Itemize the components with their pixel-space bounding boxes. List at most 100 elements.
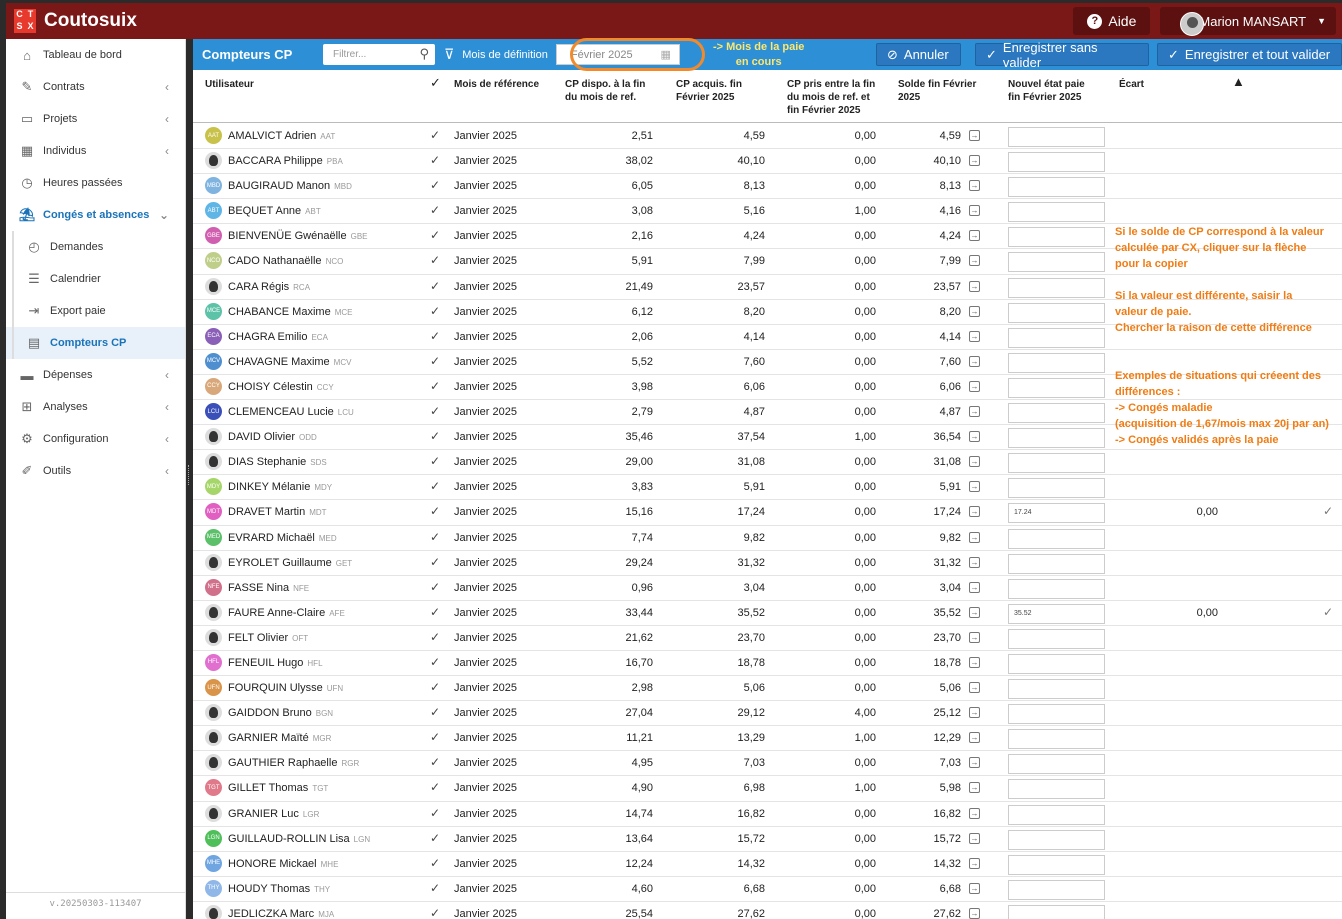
select-all-check-icon[interactable]: ✓ <box>430 76 441 89</box>
copy-arrow-icon[interactable]: → <box>969 506 980 518</box>
nouvel-etat-input[interactable] <box>1008 252 1105 273</box>
copy-arrow-icon[interactable]: → <box>969 782 980 794</box>
nouvel-etat-input[interactable] <box>1008 628 1105 649</box>
copy-arrow-icon[interactable]: → <box>969 180 980 192</box>
nouvel-etat-input[interactable] <box>1008 729 1105 750</box>
copy-arrow-icon[interactable]: → <box>969 581 980 593</box>
nouvel-etat-input[interactable] <box>1008 879 1105 900</box>
sidebar-resize-handle[interactable] <box>188 465 191 485</box>
copy-arrow-icon[interactable]: → <box>969 155 980 167</box>
row-check-icon[interactable]: ✓ <box>430 680 440 694</box>
nouvel-etat-input[interactable] <box>1008 127 1105 147</box>
copy-arrow-icon[interactable]: → <box>969 732 980 744</box>
row-check-icon[interactable]: ✓ <box>430 580 440 594</box>
copy-arrow-icon[interactable]: → <box>969 380 980 392</box>
nouvel-etat-input[interactable] <box>1008 854 1105 875</box>
nouvel-etat-input[interactable] <box>1008 528 1105 549</box>
row-check-icon[interactable]: ✓ <box>430 253 440 267</box>
col-cp-pris[interactable]: CP pris entre la fin du mois de ref. et … <box>787 78 875 117</box>
nouvel-etat-input[interactable] <box>1008 478 1105 499</box>
user-menu[interactable]: Marion MANSART ▼ <box>1160 7 1336 36</box>
row-check-icon[interactable]: ✓ <box>430 454 440 468</box>
row-check-icon[interactable]: ✓ <box>430 530 440 544</box>
row-check-icon[interactable]: ✓ <box>430 429 440 443</box>
copy-arrow-icon[interactable]: → <box>969 531 980 543</box>
row-check-icon[interactable]: ✓ <box>430 655 440 669</box>
copy-arrow-icon[interactable]: → <box>969 757 980 769</box>
row-check-icon[interactable]: ✓ <box>430 755 440 769</box>
row-check-icon[interactable]: ✓ <box>430 630 440 644</box>
copy-arrow-icon[interactable]: → <box>969 682 980 694</box>
nouvel-etat-input[interactable] <box>1008 202 1105 223</box>
copy-arrow-icon[interactable]: → <box>969 230 980 242</box>
filter-input[interactable]: Filtrer... ⚲ <box>323 44 435 65</box>
nouvel-etat-input[interactable] <box>1008 904 1105 919</box>
copy-arrow-icon[interactable]: → <box>969 481 980 493</box>
copy-arrow-icon[interactable]: → <box>969 305 980 317</box>
col-solde[interactable]: Solde fin Février 2025 <box>898 78 976 104</box>
nouvel-etat-input[interactable] <box>1008 553 1105 574</box>
copy-arrow-icon[interactable]: → <box>969 832 980 844</box>
nouvel-etat-input[interactable] <box>1008 403 1105 424</box>
sidebar-item-projets[interactable]: ▭ Projets ‹ <box>6 103 185 135</box>
nouvel-etat-input[interactable] <box>1008 779 1105 800</box>
clear-filter-icon[interactable]: ⊽ <box>444 46 454 63</box>
copy-arrow-icon[interactable]: → <box>969 907 980 919</box>
sidebar-item-tableau-de-bord[interactable]: ⌂ Tableau de bord <box>6 39 185 71</box>
nouvel-etat-input[interactable] <box>1008 453 1105 474</box>
sidebar-item-individus[interactable]: ▦ Individus ‹ <box>6 135 185 167</box>
copy-arrow-icon[interactable]: → <box>969 556 980 568</box>
copy-arrow-icon[interactable]: → <box>969 330 980 342</box>
copy-arrow-icon[interactable]: → <box>969 807 980 819</box>
copy-arrow-icon[interactable]: → <box>969 431 980 443</box>
copy-arrow-icon[interactable]: → <box>969 707 980 719</box>
row-check-icon[interactable]: ✓ <box>430 730 440 744</box>
copy-arrow-icon[interactable]: → <box>969 280 980 292</box>
sidebar-item-heures-pass-es[interactable]: ◷ Heures passées <box>6 167 185 199</box>
sidebar-item-demandes[interactable]: ◴ Demandes <box>6 231 185 263</box>
row-check-icon[interactable]: ✓ <box>430 203 440 217</box>
col-nouvel-etat[interactable]: Nouvel état paie fin Février 2025 <box>1008 78 1085 104</box>
row-check-icon[interactable]: ✓ <box>430 153 440 167</box>
row-check-icon[interactable]: ✓ <box>430 806 440 820</box>
copy-arrow-icon[interactable]: → <box>969 882 980 894</box>
row-check-icon[interactable]: ✓ <box>430 906 440 919</box>
nouvel-etat-input[interactable] <box>1008 754 1105 775</box>
app-logo[interactable]: C T S X <box>14 9 36 33</box>
row-check-icon[interactable]: ✓ <box>430 705 440 719</box>
copy-arrow-icon[interactable]: → <box>969 606 980 618</box>
sidebar-item-contrats[interactable]: ✎ Contrats ‹ <box>6 71 185 103</box>
row-check-icon[interactable]: ✓ <box>430 178 440 192</box>
row-check-icon[interactable]: ✓ <box>430 479 440 493</box>
nouvel-etat-input[interactable] <box>1008 327 1105 348</box>
app-name[interactable]: Coutosuix <box>44 10 137 32</box>
nouvel-etat-input[interactable] <box>1008 227 1105 248</box>
nouvel-etat-input[interactable] <box>1008 829 1105 850</box>
sidebar-item-export-paie[interactable]: ⇥ Export paie <box>6 295 185 327</box>
row-check-icon[interactable]: ✓ <box>430 555 440 569</box>
col-cp-dispo[interactable]: CP dispo. à la fin du mois de ref. <box>565 78 645 104</box>
nouvel-etat-input[interactable] <box>1008 804 1105 825</box>
copy-arrow-icon[interactable]: → <box>969 456 980 468</box>
sidebar-item-d-penses[interactable]: ▬ Dépenses ‹ <box>6 359 185 391</box>
row-check-icon[interactable]: ✓ <box>430 780 440 794</box>
row-check-icon[interactable]: ✓ <box>430 404 440 418</box>
copy-arrow-icon[interactable]: → <box>969 857 980 869</box>
nouvel-etat-input[interactable] <box>1008 302 1105 323</box>
nouvel-etat-input[interactable] <box>1008 277 1105 298</box>
row-check-icon[interactable]: ✓ <box>430 329 440 343</box>
copy-arrow-icon[interactable]: → <box>969 406 980 418</box>
row-check-icon[interactable]: ✓ <box>430 605 440 619</box>
row-check-icon[interactable]: ✓ <box>430 856 440 870</box>
row-check-icon[interactable]: ✓ <box>430 354 440 368</box>
nouvel-etat-input[interactable] <box>1008 578 1105 599</box>
sidebar-item-compteurs-cp[interactable]: ▤ Compteurs CP <box>6 327 185 359</box>
nouvel-etat-input[interactable]: 17.24 <box>1008 503 1105 524</box>
row-check-icon[interactable]: ✓ <box>430 881 440 895</box>
col-utilisateur[interactable]: Utilisateur <box>205 78 254 91</box>
sidebar-item-analyses[interactable]: ⊞ Analyses ‹ <box>6 391 185 423</box>
sidebar-item-calendrier[interactable]: ☰ Calendrier <box>6 263 185 295</box>
sidebar-item-cong-s-et-absences[interactable]: ⛱ Congés et absences ⌄ <box>6 199 185 231</box>
row-check-icon[interactable]: ✓ <box>430 228 440 242</box>
nouvel-etat-input[interactable] <box>1008 352 1105 373</box>
